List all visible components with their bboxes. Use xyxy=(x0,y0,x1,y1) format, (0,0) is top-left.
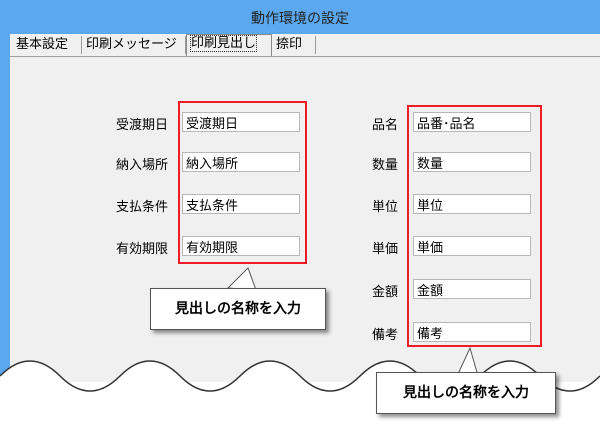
callout-right: 見出しの名称を入力 xyxy=(376,372,556,414)
callout-pointers xyxy=(226,267,479,377)
callout-left: 見出しの名称を入力 xyxy=(150,288,326,330)
